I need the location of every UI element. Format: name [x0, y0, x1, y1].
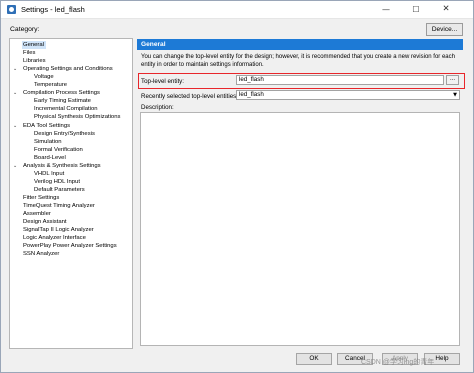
- tree-item-label: General: [23, 42, 44, 48]
- recent-entities-label: Recently selected top-level entities:: [141, 93, 238, 100]
- tree-item-label: VHDL Input: [34, 170, 65, 177]
- tree-item[interactable]: Board-Level: [34, 154, 66, 162]
- tree-item-label: Simulation: [34, 138, 62, 145]
- maximize-icon[interactable]: ☐: [403, 1, 429, 19]
- tree-item[interactable]: Incremental Compilation: [34, 105, 98, 113]
- tree-item-label: Formal Verification: [34, 146, 83, 153]
- tree-item[interactable]: EDA Tool Settings: [23, 122, 70, 130]
- tree-item-label: Analysis & Synthesis Settings: [23, 162, 101, 169]
- browse-button[interactable]: ...: [446, 75, 459, 85]
- minimize-icon[interactable]: —: [373, 1, 399, 19]
- recent-entities-value: led_flash: [239, 91, 264, 98]
- top-level-entity-input[interactable]: led_flash: [236, 75, 444, 85]
- category-tree[interactable]: General Files Libraries Operating Settings …: [9, 38, 133, 349]
- quartus-app-icon: [7, 5, 16, 14]
- chevron-down-icon[interactable]: ⌄: [13, 122, 17, 130]
- tree-item[interactable]: Libraries: [23, 57, 46, 65]
- tree-item-label: PowerPlay Power Analyzer Settings: [23, 243, 117, 250]
- settings-window: Settings - led_flash — ☐ ✕ Category: Dev…: [0, 0, 474, 373]
- tree-item[interactable]: Fitter Settings: [23, 194, 59, 202]
- tree-item[interactable]: Default Parameters: [34, 186, 85, 194]
- top-level-entity-label: Top-level entity:: [141, 78, 184, 85]
- recent-entities-dropdown[interactable]: led_flash ▼: [236, 90, 460, 100]
- chevron-down-icon[interactable]: ⌄: [13, 65, 17, 73]
- tree-item-label: Assembler: [23, 211, 51, 218]
- device-button[interactable]: Device...: [426, 23, 463, 36]
- tree-item[interactable]: Assembler: [23, 210, 51, 218]
- tree-item-label: Early Timing Estimate: [34, 98, 91, 105]
- tree-item-label: Physical Synthesis Optimizations: [34, 114, 121, 121]
- tree-item[interactable]: Simulation: [34, 138, 62, 146]
- tree-item-label: Voltage: [34, 74, 54, 81]
- chevron-down-icon[interactable]: ⌄: [13, 89, 17, 97]
- tree-item[interactable]: PowerPlay Power Analyzer Settings: [23, 242, 117, 250]
- chevron-down-icon: ▼: [453, 92, 457, 98]
- tree-item[interactable]: Verilog HDL Input: [34, 178, 80, 186]
- tree-item[interactable]: Formal Verification: [34, 146, 83, 154]
- tree-item[interactable]: Physical Synthesis Optimizations: [34, 113, 120, 121]
- tree-item[interactable]: TimeQuest Timing Analyzer: [23, 202, 95, 210]
- tree-item[interactable]: Analysis & Synthesis Settings: [23, 162, 101, 170]
- tree-item[interactable]: Temperature: [34, 81, 67, 89]
- tree-item-label: Default Parameters: [34, 186, 85, 193]
- description-label: Description:: [141, 104, 174, 111]
- description-box[interactable]: [140, 112, 460, 346]
- tree-item[interactable]: SignalTap II Logic Analyzer: [23, 226, 94, 234]
- tree-item-label: SSN Analyzer: [23, 251, 60, 258]
- panel-description: You can change the top-level entity for …: [141, 54, 455, 68]
- tree-item[interactable]: VHDL Input: [34, 170, 64, 178]
- tree-item-label: Files: [23, 50, 36, 57]
- tree-item[interactable]: Files: [23, 49, 35, 57]
- tree-item[interactable]: Compilation Process Settings: [23, 89, 100, 97]
- title-bar: Settings - led_flash — ☐ ✕: [1, 1, 473, 19]
- tree-item-label: Fitter Settings: [23, 194, 60, 201]
- tree-item-label: Compilation Process Settings: [23, 90, 100, 97]
- tree-item-label: Temperature: [34, 82, 68, 89]
- tree-item[interactable]: Voltage: [34, 73, 54, 81]
- tree-item-label: Incremental Compilation: [34, 106, 98, 113]
- panel-heading: General: [137, 39, 463, 50]
- tree-item[interactable]: Operating Settings and Conditions: [23, 65, 113, 73]
- tree-item-label: Design Assistant: [23, 219, 67, 226]
- chevron-down-icon[interactable]: ⌄: [13, 162, 17, 170]
- tree-item-label: TimeQuest Timing Analyzer: [23, 203, 95, 209]
- tree-item[interactable]: Design Entry/Synthesis: [34, 130, 95, 138]
- tree-item-label: Board-Level: [34, 154, 66, 161]
- tree-item-label: Logic Analyzer Interface: [23, 235, 86, 242]
- tree-item-label: Design Entry/Synthesis: [34, 130, 95, 137]
- tree-item[interactable]: SSN Analyzer: [23, 250, 59, 258]
- tree-item-label: EDA Tool Settings: [23, 122, 71, 129]
- tree-item-label: Libraries: [23, 58, 46, 65]
- tree-item-label: Verilog HDL Input: [34, 178, 80, 185]
- window-title: Settings - led_flash: [21, 5, 85, 14]
- tree-item[interactable]: Logic Analyzer Interface: [23, 234, 86, 242]
- ok-button[interactable]: OK: [296, 353, 332, 365]
- tree-item[interactable]: General: [22, 41, 46, 49]
- tree-item[interactable]: Design Assistant: [23, 218, 67, 226]
- tree-item-label: SignalTap II Logic Analyzer: [23, 227, 94, 234]
- close-icon[interactable]: ✕: [433, 1, 459, 19]
- category-label: Category:: [10, 26, 40, 33]
- tree-item[interactable]: Early Timing Estimate: [34, 97, 91, 105]
- csdn-watermark: CSDN @学习ing的青年: [361, 359, 435, 366]
- tree-item-label: Operating Settings and Conditions: [23, 66, 113, 73]
